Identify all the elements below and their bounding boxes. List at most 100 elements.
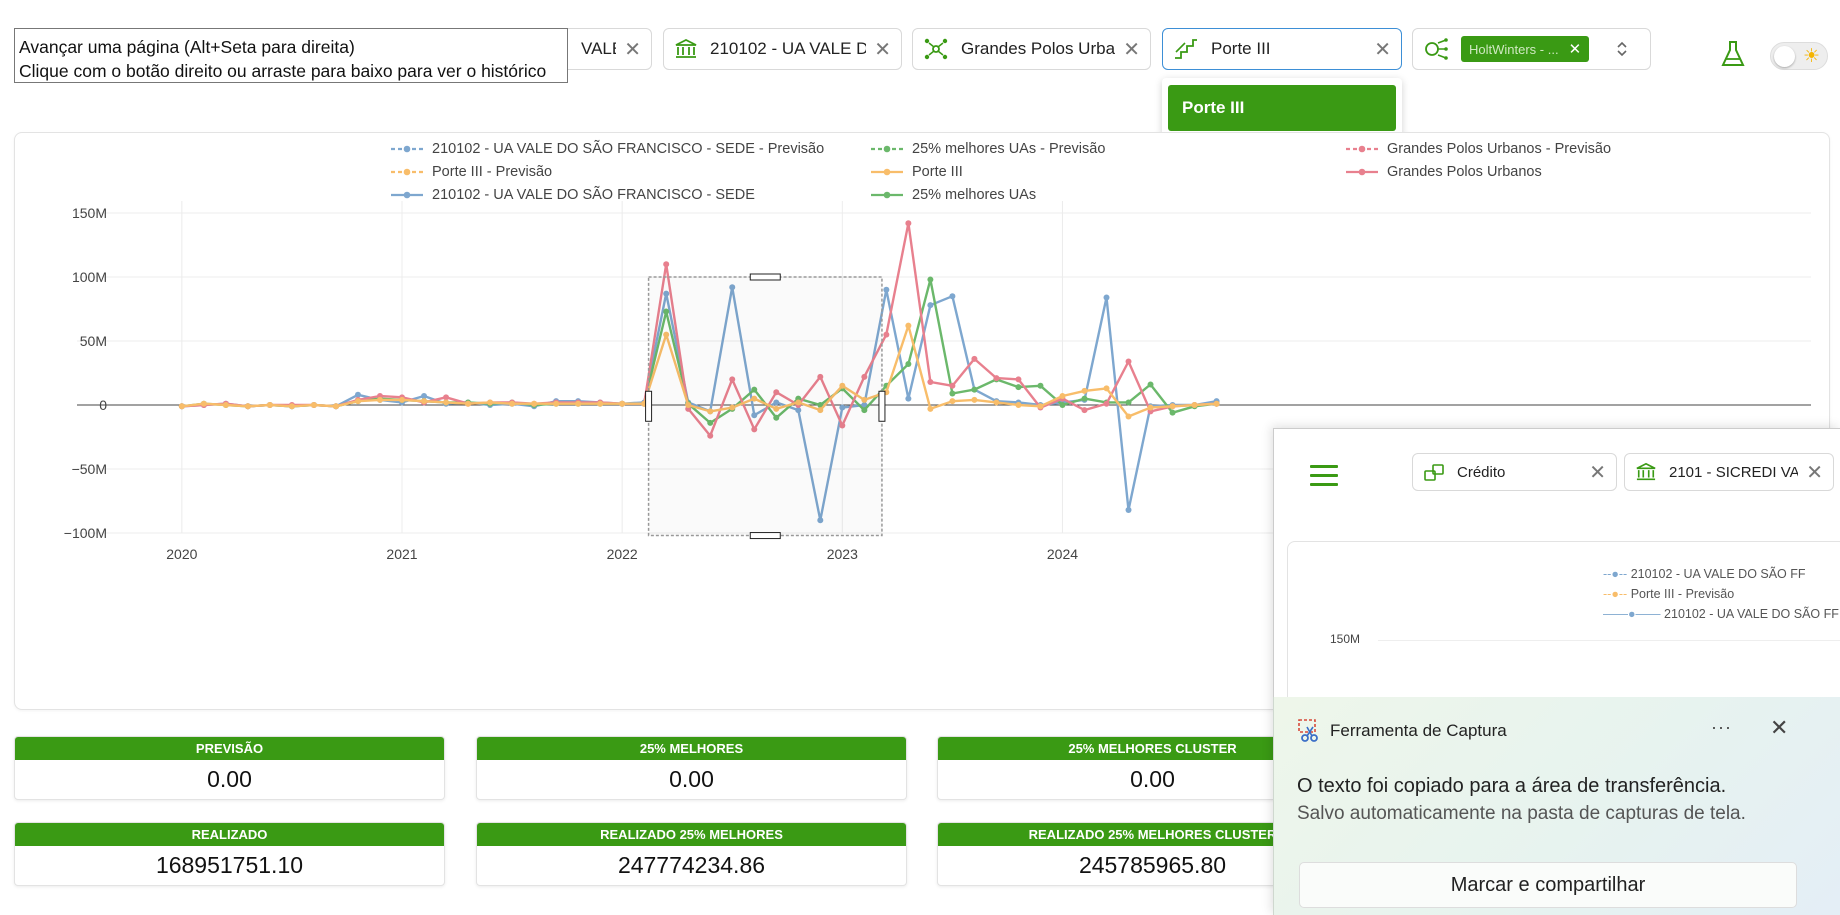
kpi-previsao: PREVISÃO 0.00 <box>14 736 445 800</box>
series-point <box>575 400 582 407</box>
filter-chip-cluster[interactable]: Grandes Polos Urbar ✕ <box>912 28 1151 70</box>
series-point <box>1059 402 1066 408</box>
series-point <box>927 276 934 283</box>
clear-icon[interactable]: ✕ <box>1123 37 1140 62</box>
app-root: Avançar uma página (Alt+Seta para direit… <box>0 0 1840 915</box>
series-point <box>905 395 912 402</box>
sun-icon: ☀ <box>1803 46 1821 67</box>
series-point <box>1037 382 1044 389</box>
series-point <box>1037 403 1044 410</box>
model-icon <box>1425 38 1448 60</box>
series-point <box>883 331 890 338</box>
series-point <box>949 382 956 389</box>
series-point <box>553 400 560 407</box>
overlay-gridline <box>1378 640 1840 641</box>
series-point <box>354 391 361 398</box>
series-point <box>421 393 428 400</box>
filter-chip-label: 210102 - UA VALE D( <box>710 39 867 58</box>
series-point <box>993 375 1000 382</box>
series-point <box>971 396 978 403</box>
series-point <box>1103 400 1110 407</box>
model-tag[interactable]: HoltWinters - ... ✕ <box>1461 36 1590 62</box>
theme-toggle[interactable]: ☀ <box>1770 42 1828 70</box>
mark-and-share-button[interactable]: Marcar e compartilhar <box>1299 862 1797 908</box>
series-point <box>1081 407 1088 414</box>
close-icon[interactable]: ✕ <box>1770 715 1788 741</box>
series-point <box>200 400 207 407</box>
hamburger-menu-icon[interactable] <box>1310 465 1338 492</box>
porte-input[interactable]: Porte III <box>1211 39 1366 59</box>
series-point <box>266 402 273 408</box>
x-tick-label: 2024 <box>1047 546 1078 562</box>
toast-message: O texto foi copiado para a área de trans… <box>1297 775 1727 797</box>
series-point <box>509 400 516 407</box>
overlay-legend-item: --●-- Porte III - Previsão <box>1603 587 1735 601</box>
series-point <box>905 322 912 329</box>
series-point <box>178 403 185 410</box>
series-point <box>1015 402 1022 408</box>
series-point <box>905 361 912 368</box>
series-point <box>1147 404 1154 411</box>
kpi-value: 0.00 <box>207 766 252 792</box>
kpi-label: REALIZADO <box>15 823 444 846</box>
clear-icon[interactable]: ✕ <box>624 37 641 62</box>
series-point <box>619 400 626 407</box>
scissors-icon <box>1298 719 1318 742</box>
toast-submessage: Salvo automaticamente na pasta de captur… <box>1297 803 1746 824</box>
coins-icon <box>1424 464 1444 481</box>
filter-chip-porte[interactable]: Porte III ✕ <box>1162 28 1402 70</box>
series-point <box>222 402 229 408</box>
overlay-y-tick: 150M <box>1330 632 1361 646</box>
dropdown-option[interactable]: Porte III <box>1168 85 1396 131</box>
series-point <box>1015 384 1022 391</box>
flask-icon[interactable] <box>1720 40 1746 68</box>
stairs-icon <box>1175 39 1197 59</box>
filter-chip-model[interactable]: HoltWinters - ... ✕ <box>1412 28 1651 70</box>
series-point <box>1169 409 1176 416</box>
select-arrows-icon[interactable] <box>1616 40 1628 58</box>
series-point <box>443 394 450 401</box>
filter-chip-cooperative-2[interactable]: 2101 - SICREDI VALE ✕ <box>1624 453 1834 491</box>
kpi-value: 0.00 <box>669 766 714 792</box>
overlay-legend-label: 210102 - UA VALE DO SÃO FF <box>1630 567 1806 581</box>
series-point <box>949 398 956 405</box>
clear-icon[interactable]: ✕ <box>874 37 891 62</box>
x-tick-label: 2023 <box>827 546 858 562</box>
tooltip-line-1: Avançar uma página (Alt+Seta para direit… <box>19 37 355 57</box>
series-point <box>332 403 339 410</box>
series-point <box>597 400 604 407</box>
filter-chip-credito[interactable]: Crédito ✕ <box>1412 453 1617 491</box>
kpi-value: 247774234.86 <box>617 852 766 878</box>
clear-icon[interactable]: ✕ <box>1374 37 1391 62</box>
series-point <box>927 302 934 309</box>
x-tick-label: 2021 <box>386 546 417 562</box>
series-point <box>399 396 406 403</box>
series-point <box>949 293 956 300</box>
selection-handle <box>645 390 653 422</box>
series-point <box>421 398 428 405</box>
y-tick-label: 0 <box>99 397 107 413</box>
model-tag-label: HoltWinters - ... <box>1469 41 1559 57</box>
more-options-icon[interactable]: ··· <box>1711 717 1732 738</box>
kpi-label: PREVISÃO <box>15 737 444 760</box>
remove-tag-icon[interactable]: ✕ <box>1569 40 1582 58</box>
series-point <box>949 390 956 397</box>
tooltip-line-2: Clique com o botão direito ou arraste pa… <box>19 61 547 81</box>
series-point <box>310 402 317 408</box>
series-point <box>993 399 1000 406</box>
clear-icon[interactable]: ✕ <box>1589 460 1606 485</box>
overlay-legend-item: --●-- 210102 - UA VALE DO SÃO FF <box>1603 567 1806 581</box>
series-point <box>663 261 670 268</box>
clear-icon[interactable]: ✕ <box>1806 460 1823 485</box>
porte-dropdown: Porte III <box>1162 78 1402 138</box>
series-point <box>531 400 538 407</box>
x-tick-label: 2020 <box>166 546 197 562</box>
series-point <box>1059 393 1066 400</box>
selection-handle <box>878 390 886 422</box>
y-tick-label: 50M <box>80 333 107 349</box>
overlay-legend-item: ——●—— 210102 - UA VALE DO SÃO FF <box>1603 607 1839 621</box>
filter-chip-ua[interactable]: 210102 - UA VALE D( ✕ <box>663 28 902 70</box>
series-point <box>244 403 251 410</box>
filter-chip-label: Grandes Polos Urbar <box>961 39 1116 58</box>
selection-handle <box>749 273 781 281</box>
